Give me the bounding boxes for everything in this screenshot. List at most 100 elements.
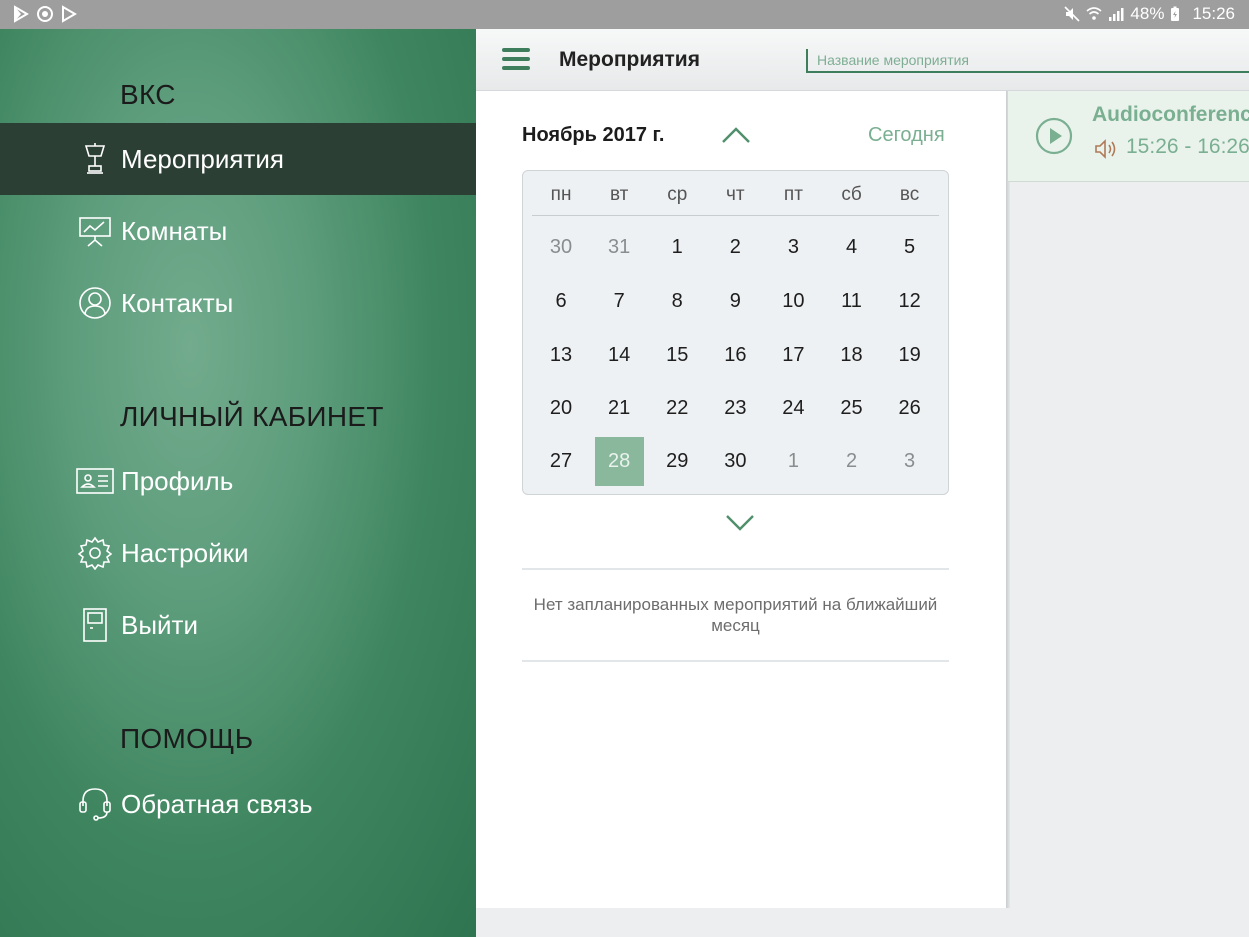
selected-day-label: 28 xyxy=(594,437,644,486)
calendar-grid: пн вт ср чт пт сб вс 30 31 1 2 3 4 5 6 7… xyxy=(522,170,949,495)
calendar-day[interactable]: 12 xyxy=(881,276,939,326)
calendar-day[interactable]: 8 xyxy=(648,276,706,326)
signal-icon xyxy=(1108,6,1124,22)
weekday-label: ср xyxy=(667,184,688,205)
nav-label-feedback: Обратная связь xyxy=(121,788,313,819)
nav-label-profile: Профиль xyxy=(121,465,234,496)
nav-label-contacts: Контакты xyxy=(121,287,234,318)
nav-item-events[interactable]: Мероприятия xyxy=(0,123,476,195)
nav-label-events: Мероприятия xyxy=(121,143,284,174)
calendar-day[interactable]: 29 xyxy=(648,436,706,486)
calendar-day[interactable]: 26 xyxy=(881,383,939,433)
calendar-day[interactable]: 11 xyxy=(822,276,880,326)
calendar-day[interactable]: 21 xyxy=(590,383,648,433)
navigation-drawer: ВКС Мероприятия Комнаты Контакты ЛИЧНЫЙ … xyxy=(0,29,476,937)
weekday-label: вт xyxy=(609,184,629,205)
nav-item-contacts[interactable]: Контакты xyxy=(0,267,476,339)
calendar-day[interactable]: 24 xyxy=(764,383,822,433)
calendar-day[interactable]: 5 xyxy=(881,222,939,272)
calendar-day[interactable]: 15 xyxy=(648,330,706,380)
play-circle-icon[interactable] xyxy=(1035,117,1073,160)
nav-label-settings: Настройки xyxy=(121,537,249,568)
next-month-button[interactable] xyxy=(724,512,756,539)
sync-icon xyxy=(36,5,54,23)
calendar-day[interactable]: 7 xyxy=(590,276,648,326)
weekday-label: пн xyxy=(550,184,572,205)
contact-icon xyxy=(76,284,114,322)
calendar-day[interactable]: 6 xyxy=(532,276,590,326)
month-label: Ноябрь 2017 г. xyxy=(522,124,665,146)
calendar-day[interactable]: 3 xyxy=(764,222,822,272)
calendar-day[interactable]: 9 xyxy=(706,276,764,326)
calendar-day[interactable]: 14 xyxy=(590,330,648,380)
calendar-day[interactable]: 1 xyxy=(648,222,706,272)
weekday-label: пт xyxy=(783,184,803,205)
calendar-day[interactable]: 31 xyxy=(590,222,648,272)
calendar-day[interactable]: 4 xyxy=(822,222,880,272)
event-list-background xyxy=(1010,182,1249,908)
speaker-icon xyxy=(1094,138,1118,165)
board-icon xyxy=(76,212,114,250)
play-store-icon xyxy=(12,5,30,23)
nav-item-rooms[interactable]: Комнаты xyxy=(0,195,476,267)
headset-icon xyxy=(76,785,114,823)
calendar-day[interactable]: 3 xyxy=(881,436,939,486)
calendar-week: 6 7 8 9 10 11 12 xyxy=(532,276,939,326)
nav-label-rooms: Комнаты xyxy=(121,215,228,246)
calendar-day[interactable]: 20 xyxy=(532,383,590,433)
calendar-day[interactable]: 10 xyxy=(764,276,822,326)
calendar-week: 30 31 1 2 3 4 5 xyxy=(532,222,939,272)
event-title: Audioconference xyxy=(1092,103,1249,126)
prev-month-button[interactable] xyxy=(720,124,752,151)
nav-item-settings[interactable]: Настройки xyxy=(0,517,476,589)
menu-icon[interactable] xyxy=(502,48,530,72)
event-time: 15:26 - 16:26 xyxy=(1126,135,1249,158)
nav-item-feedback[interactable]: Обратная связь xyxy=(0,768,476,840)
chevron-down-icon xyxy=(726,515,754,531)
divider xyxy=(522,660,949,662)
calendar-week: 27 28 29 30 1 2 3 xyxy=(532,436,939,486)
weekday-label: сб xyxy=(841,184,862,205)
gear-icon xyxy=(76,534,114,572)
calendar-day[interactable]: 25 xyxy=(822,383,880,433)
presentation-icon xyxy=(76,140,114,178)
battery-icon xyxy=(1170,6,1186,22)
calendar-day[interactable]: 18 xyxy=(822,330,880,380)
nav-item-logout[interactable]: Выйти xyxy=(0,589,476,661)
section-title-account: ЛИЧНЫЙ КАБИНЕТ xyxy=(120,401,384,432)
divider xyxy=(522,568,949,570)
event-card[interactable]: Audioconference 15:26 - 16:26 xyxy=(1008,91,1249,182)
calendar-day[interactable]: 19 xyxy=(881,330,939,380)
calendar-day[interactable]: 30 xyxy=(706,436,764,486)
calendar-day[interactable]: 23 xyxy=(706,383,764,433)
calendar-day[interactable]: 30 xyxy=(532,222,590,272)
status-bar: 48% 15:26 xyxy=(0,0,1249,29)
calendar-day[interactable]: 2 xyxy=(706,222,764,272)
calendar-week: 13 14 15 16 17 18 19 xyxy=(532,330,939,380)
page-title: Мероприятия xyxy=(559,48,700,71)
chevron-up-icon xyxy=(722,127,750,143)
calendar-day[interactable]: 13 xyxy=(532,330,590,380)
nav-item-profile[interactable]: Профиль xyxy=(0,445,476,517)
today-button[interactable]: Сегодня xyxy=(868,124,945,147)
door-icon xyxy=(76,606,114,644)
id-card-icon xyxy=(76,462,114,500)
section-title-vks: ВКС xyxy=(120,79,176,110)
calendar-day[interactable]: 22 xyxy=(648,383,706,433)
calendar-day[interactable]: 1 xyxy=(764,436,822,486)
play-icon xyxy=(60,5,78,23)
status-left-icons xyxy=(12,5,78,23)
calendar-day[interactable]: 2 xyxy=(822,436,880,486)
bottom-area xyxy=(476,908,1249,937)
weekday-label: чт xyxy=(726,184,745,205)
weekday-label: вс xyxy=(899,184,920,205)
calendar-day[interactable]: 16 xyxy=(706,330,764,380)
calendar-day[interactable]: 27 xyxy=(532,436,590,486)
calendar-day-selected[interactable]: 28 xyxy=(590,436,648,486)
app-bar: Мероприятия xyxy=(476,29,1249,91)
calendar-day[interactable]: 17 xyxy=(764,330,822,380)
status-right: 48% 15:26 xyxy=(1064,4,1235,24)
empty-events-message: Нет запланированных мероприятий на ближа… xyxy=(533,595,938,635)
battery-level: 48% xyxy=(1130,4,1165,23)
search-input[interactable] xyxy=(806,49,1249,73)
